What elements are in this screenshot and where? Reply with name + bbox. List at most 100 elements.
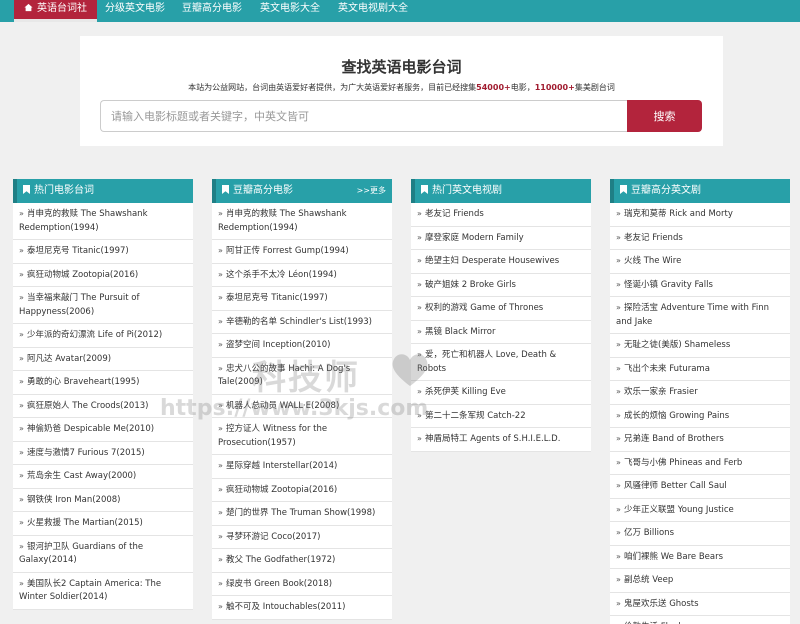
list-item-label: 少年派的奇幻漂流 Life of Pi(2012) <box>27 330 163 340</box>
bookmark-icon <box>620 185 627 194</box>
chevron-right-icon: » <box>417 434 422 443</box>
list-item[interactable]: » 肖申克的救赎 The Shawshank Redemption(1994) <box>212 203 392 240</box>
list-item[interactable]: » 寻梦环游记 Coco(2017) <box>212 526 392 549</box>
list-item[interactable]: » 咱们裸熊 We Bare Bears <box>610 546 790 569</box>
list-item[interactable]: » 探险活宝 Adventure Time with Finn and Jake <box>610 297 790 334</box>
chevron-right-icon: » <box>616 620 624 624</box>
more-link[interactable]: >>更多 <box>357 179 386 203</box>
list-item[interactable]: » 辛德勒的名单 Schindler's List(1993) <box>212 311 392 334</box>
list-item[interactable]: » 控方证人 Witness for the Prosecution(1957) <box>212 418 392 455</box>
list-item[interactable]: » 第二十二条军规 Catch-22 <box>411 405 591 428</box>
list-item[interactable]: » 疯狂动物城 Zootopia(2016) <box>212 479 392 502</box>
list-item-label: 辛德勒的名单 Schindler's List(1993) <box>226 316 372 327</box>
list-item[interactable]: » 权利的游戏 Game of Thrones <box>411 297 591 321</box>
chevron-right-icon: » <box>19 541 24 551</box>
chevron-right-icon: » <box>19 246 24 255</box>
list-item[interactable]: » 阿凡达 Avatar(2009) <box>13 348 193 371</box>
list-item[interactable]: » 火星救援 The Martian(2015) <box>13 512 193 536</box>
list-item[interactable]: » 绿皮书 Green Book(2018) <box>212 573 392 596</box>
list-item[interactable]: » 星际穿越 Interstellar(2014) <box>212 455 392 479</box>
list-item[interactable]: » 触不可及 Intouchables(2011) <box>212 596 392 620</box>
list-item-label: 荒岛余生 Cast Away(2000) <box>27 471 137 481</box>
list-item-label: 破产姐妹 2 Broke Girls <box>425 279 516 290</box>
list-item[interactable]: »伦敦生活 Fleabag <box>610 616 790 624</box>
search-button[interactable]: 搜索 <box>627 100 702 132</box>
nav-item-english-movies[interactable]: 英文电影大全 <box>250 0 330 22</box>
list-item[interactable]: » 飞哥与小佛 Phineas and Ferb <box>610 452 790 475</box>
list-item[interactable]: » 火线 The Wire <box>610 250 790 274</box>
list-item-label: 杀死伊芙 Killing Eve <box>425 387 506 397</box>
list-item[interactable]: » 摩登家庭 Modern Family <box>411 227 591 250</box>
list-item[interactable]: » 肖申克的救赎 The Shawshank Redemption(1994) <box>13 203 193 240</box>
list-item[interactable]: » 无耻之徒(美版) Shameless <box>610 334 790 358</box>
list-item[interactable]: » 风骚律师 Better Call Saul <box>610 475 790 499</box>
home-icon <box>24 3 33 12</box>
list-item[interactable]: » 泰坦尼克号 Titanic(1997) <box>212 287 392 311</box>
list-item-label: 爱，死亡和机器人 Love, Death & Robots <box>417 350 557 374</box>
list-item[interactable]: » 少年正义联盟 Young Justice <box>610 499 790 522</box>
list-item[interactable]: » 绝望主妇 Desperate Housewives <box>411 250 591 274</box>
list-item[interactable]: » 破产姐妹 2 Broke Girls <box>411 274 591 297</box>
list-item[interactable]: » 疯狂动物城 Zootopia(2016) <box>13 264 193 287</box>
nav-item-graded-movies[interactable]: 分级英文电影 <box>95 0 175 22</box>
chevron-right-icon: » <box>19 353 24 363</box>
list-item[interactable]: » 爱，死亡和机器人 Love, Death & Robots <box>411 344 591 381</box>
chevron-right-icon: » <box>616 410 621 420</box>
list-item[interactable]: » 神偷奶爸 Despicable Me(2010) <box>13 418 193 442</box>
list-item[interactable]: » 机器人总动员 WALL·E(2008) <box>212 395 392 418</box>
list-item-label: 火星救援 The Martian(2015) <box>27 518 143 528</box>
list-item[interactable]: » 瑞克和莫蒂 Rick and Morty <box>610 203 790 227</box>
list-item[interactable]: » 勇敢的心 Braveheart(1995) <box>13 371 193 395</box>
list-item[interactable]: » 阿甘正传 Forrest Gump(1994) <box>212 240 392 264</box>
nav-item-home[interactable]: 英语台词社 <box>14 0 97 22</box>
series-count: 110000+ <box>534 83 575 92</box>
chevron-right-icon: » <box>417 326 422 336</box>
list-item-label: 神偷奶爸 Despicable Me(2010) <box>27 424 155 434</box>
list-item[interactable]: » 美国队长2 Captain America: The Winter Soldi… <box>13 573 193 610</box>
list-item[interactable]: » 杀死伊芙 Killing Eve <box>411 381 591 405</box>
list-item-label: 神盾局特工 Agents of S.H.I.E.L.D. <box>425 434 561 444</box>
list-item[interactable]: » 荒岛余生 Cast Away(2000) <box>13 465 193 489</box>
desc-text: 本站为公益网站，台词由英语爱好者提供，为广大英语爱好者服务，目前已经搜集 <box>188 83 477 92</box>
chevron-right-icon: » <box>218 293 223 302</box>
list-item[interactable]: » 教父 The Godfather(1972) <box>212 549 392 573</box>
chevron-right-icon: » <box>616 340 621 349</box>
list-item[interactable]: » 老友记 Friends <box>411 203 591 227</box>
list-item[interactable]: » 当幸福来敲门 The Pursuit of Happyness(2006) <box>13 287 193 324</box>
list-item-label: 肖申克的救赎 The Shawshank Redemption(1994) <box>218 209 347 233</box>
chevron-right-icon: » <box>218 555 223 564</box>
list-item[interactable]: » 怪诞小镇 Gravity Falls <box>610 274 790 297</box>
list-item[interactable]: » 黑镜 Black Mirror <box>411 321 591 344</box>
search-input[interactable] <box>100 100 628 132</box>
list-item[interactable]: » 欢乐一家亲 Frasier <box>610 381 790 405</box>
nav-item-english-series[interactable]: 英文电视剧大全 <box>328 0 418 22</box>
nav-item-douban-movies[interactable]: 豆瓣高分电影 <box>172 0 252 22</box>
list-item[interactable]: » 速度与激情7 Furious 7(2015) <box>13 442 193 465</box>
list-item[interactable]: » 成长的烦恼 Growing Pains <box>610 405 790 428</box>
chevron-right-icon: » <box>616 434 621 443</box>
list-item[interactable]: » 少年派的奇幻漂流 Life of Pi(2012) <box>13 324 193 348</box>
list-item[interactable]: » 楚门的世界 The Truman Show(1998) <box>212 502 392 526</box>
list-item[interactable]: » 盗梦空间 Inception(2010) <box>212 334 392 358</box>
list-item[interactable]: » 忠犬八公的故事 Hachi: A Dog's Tale(2009) <box>212 358 392 395</box>
list-item[interactable]: » 亿万 Billions <box>610 522 790 546</box>
list-item[interactable]: » 银河护卫队 Guardians of the Galaxy(2014) <box>13 536 193 573</box>
list-item-label: 阿甘正传 Forrest Gump(1994) <box>226 246 349 256</box>
list-item[interactable]: » 这个杀手不太冷 Léon(1994) <box>212 264 392 287</box>
list-item[interactable]: » 兄弟连 Band of Brothers <box>610 428 790 452</box>
list-item[interactable]: » 飞出个未来 Futurama <box>610 358 790 381</box>
list-item[interactable]: » 疯狂原始人 The Croods(2013) <box>13 395 193 418</box>
chevron-right-icon: » <box>19 578 24 588</box>
list-item-label: 疯狂动物城 Zootopia(2016) <box>27 269 139 280</box>
list-item[interactable]: » 泰坦尼克号 Titanic(1997) <box>13 240 193 264</box>
chevron-right-icon: » <box>616 209 621 218</box>
chevron-right-icon: » <box>616 551 621 561</box>
list-item[interactable]: » 副总统 Veep <box>610 569 790 593</box>
list-item-label: 亿万 Billions <box>624 528 674 538</box>
list-item[interactable]: » 钢铁侠 Iron Man(2008) <box>13 489 193 512</box>
list-item[interactable]: » 老友记 Friends <box>610 227 790 250</box>
chevron-right-icon: » <box>616 481 621 490</box>
list-item[interactable]: » 鬼屋欢乐送 Ghosts <box>610 593 790 616</box>
list-item[interactable]: » 神盾局特工 Agents of S.H.I.E.L.D. <box>411 428 591 452</box>
chevron-right-icon: » <box>218 340 223 349</box>
